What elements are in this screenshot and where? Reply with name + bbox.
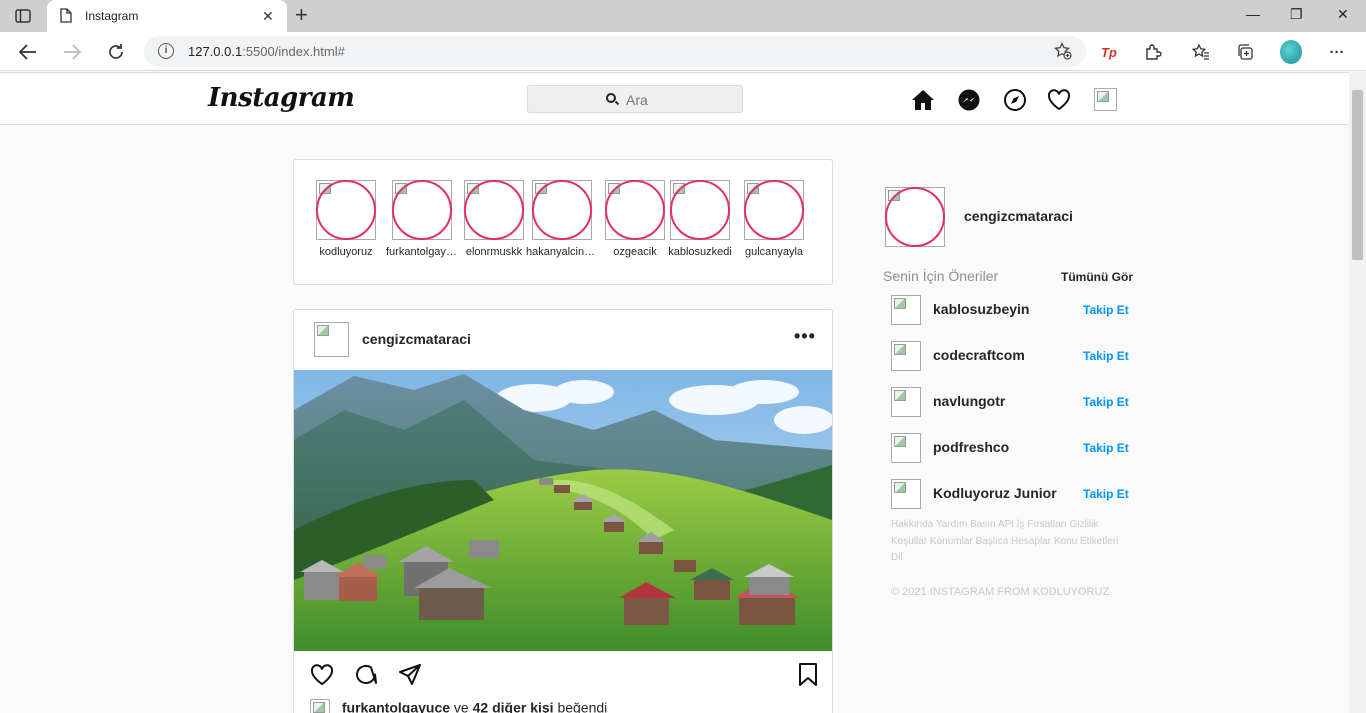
story-ring — [670, 180, 730, 240]
browser-toolbar: i 127.0.0.1:5500/index.html# Tp ··· — [0, 32, 1366, 71]
suggestion-row: codecraftcom Takip Et — [891, 341, 1133, 373]
instagram-page: Instagram kodluyoruz furkantolgayuce — [0, 72, 1349, 713]
stories-bar: kodluyoruz furkantolgayuce elonrmuskk ha… — [293, 159, 833, 285]
story-username: gulcanyayla — [744, 246, 804, 258]
follow-button[interactable]: Takip Et — [1083, 349, 1129, 363]
forward-button[interactable] — [60, 40, 84, 64]
footer-links[interactable]: Hakkında Yardım Basın API İş Fırsatları … — [891, 517, 1131, 567]
story-username: kablosuzkedi — [668, 246, 732, 258]
more-options-icon[interactable]: ••• — [794, 326, 816, 347]
story-username: elonrmuskk — [465, 246, 523, 258]
page-scrollbar[interactable] — [1349, 72, 1366, 713]
like-heart-icon[interactable] — [308, 661, 336, 689]
copyright-text: © 2021 INSTAGRAM FROM KODLUYORUZ — [891, 586, 1110, 598]
story-ring — [464, 180, 524, 240]
search-box[interactable] — [527, 85, 743, 113]
comment-icon[interactable] — [352, 661, 380, 689]
back-button[interactable] — [16, 40, 40, 64]
new-tab-button[interactable]: + — [295, 4, 308, 26]
follow-button[interactable]: Takip Et — [1083, 303, 1129, 317]
suggestions-title: Senin İçin Öneriler — [883, 268, 999, 284]
story-ring — [316, 180, 376, 240]
current-username[interactable]: cengizcmataraci — [964, 208, 1073, 224]
current-user-avatar[interactable] — [885, 187, 945, 247]
suggestion-avatar[interactable] — [891, 387, 921, 417]
tab-close-icon[interactable]: ✕ — [262, 8, 274, 25]
profile-avatar[interactable] — [1280, 40, 1302, 64]
search-input[interactable] — [626, 90, 726, 110]
suggestion-name[interactable]: codecraftcom — [933, 347, 1025, 363]
liked-suffix: beğendi — [557, 699, 608, 713]
explore-icon[interactable] — [1002, 87, 1028, 113]
suggestion-name[interactable]: Kodluyoruz Junior — [933, 485, 1057, 501]
story-ring — [605, 180, 665, 240]
story-username: kodluyoruz — [319, 246, 373, 258]
story-ring — [744, 180, 804, 240]
post-avatar[interactable] — [314, 322, 349, 357]
minimize-button[interactable]: — — [1246, 6, 1260, 22]
suggestion-name[interactable]: podfreshco — [933, 439, 1009, 455]
add-favorite-icon[interactable] — [1054, 41, 1072, 65]
story-ring — [392, 180, 452, 240]
suggestion-avatar[interactable] — [891, 433, 921, 463]
suggestion-avatar[interactable] — [891, 295, 921, 325]
liked-by-avatar — [310, 699, 330, 713]
post-header: cengizcmataraci ••• — [294, 310, 832, 370]
suggestion-row: podfreshco Takip Et — [891, 433, 1133, 465]
refresh-button[interactable] — [104, 40, 128, 64]
story-username: furkantolgayuce — [386, 246, 458, 258]
suggestion-row: Kodluyoruz Junior Takip Et — [891, 479, 1133, 511]
collections-icon[interactable] — [1234, 41, 1256, 63]
liked-others[interactable]: 42 diğer kişi — [473, 700, 554, 713]
story-username: ozgeacik — [613, 246, 657, 258]
page-icon — [60, 8, 72, 28]
suggestion-name[interactable]: navlungotr — [933, 393, 1005, 409]
restore-button[interactable]: ❐ — [1290, 6, 1303, 23]
settings-more-button[interactable]: ··· — [1326, 41, 1348, 63]
liked-by-user[interactable]: furkantolgayuce — [342, 700, 450, 713]
site-info-icon[interactable]: i — [158, 43, 174, 59]
follow-button[interactable]: Takip Et — [1083, 441, 1129, 455]
bookmark-icon[interactable] — [794, 661, 822, 689]
browser-tab-instagram[interactable]: Instagram ✕ — [47, 0, 287, 32]
favorites-icon[interactable] — [1190, 41, 1212, 63]
extension-tp-icon[interactable]: Tp — [1098, 41, 1120, 63]
tab-actions-icon[interactable] — [8, 4, 38, 28]
liked-and: ve — [453, 699, 469, 713]
follow-button[interactable]: Takip Et — [1083, 487, 1129, 501]
scrollbar-thumb[interactable] — [1352, 90, 1363, 260]
activity-heart-icon[interactable] — [1046, 87, 1072, 113]
liked-by-text: furkantolgayuce ve 42 diğer kişi beğendi — [310, 699, 607, 713]
suggestion-avatar[interactable] — [891, 341, 921, 371]
suggestion-row: kablosuzbeyin Takip Et — [891, 295, 1133, 327]
current-user-ring — [885, 187, 945, 247]
story-ring — [532, 180, 592, 240]
instagram-header: Instagram — [0, 72, 1349, 125]
url-text: 127.0.0.1:5500/index.html# — [188, 44, 345, 59]
suggestion-row: navlungotr Takip Et — [891, 387, 1133, 419]
profile-image-icon[interactable] — [1094, 88, 1117, 111]
browser-tab-bar: Instagram ✕ + — ❐ ✕ — [0, 0, 1366, 32]
instagram-logo[interactable]: Instagram — [208, 83, 355, 113]
post-image[interactable] — [294, 370, 832, 651]
messenger-icon[interactable] — [956, 87, 982, 113]
share-send-icon[interactable] — [396, 661, 424, 689]
suggestion-name[interactable]: kablosuzbeyin — [933, 301, 1029, 317]
extensions-icon[interactable] — [1142, 41, 1164, 63]
follow-button[interactable]: Takip Et — [1083, 395, 1129, 409]
home-icon[interactable] — [910, 87, 936, 113]
story-username: hakanyalcinkaya — [526, 246, 598, 258]
tab-title: Instagram — [85, 9, 139, 23]
see-all-link[interactable]: Tümünü Gör — [1061, 270, 1133, 284]
window-close-button[interactable]: ✕ — [1337, 6, 1349, 23]
suggestion-avatar[interactable] — [891, 479, 921, 509]
feed-post: cengizcmataraci ••• furkantolgayuce ve 4… — [293, 309, 833, 713]
post-username[interactable]: cengizcmataraci — [362, 331, 471, 347]
post-actions — [294, 651, 832, 696]
address-bar[interactable]: i 127.0.0.1:5500/index.html# — [144, 36, 1086, 67]
search-icon — [606, 93, 616, 103]
